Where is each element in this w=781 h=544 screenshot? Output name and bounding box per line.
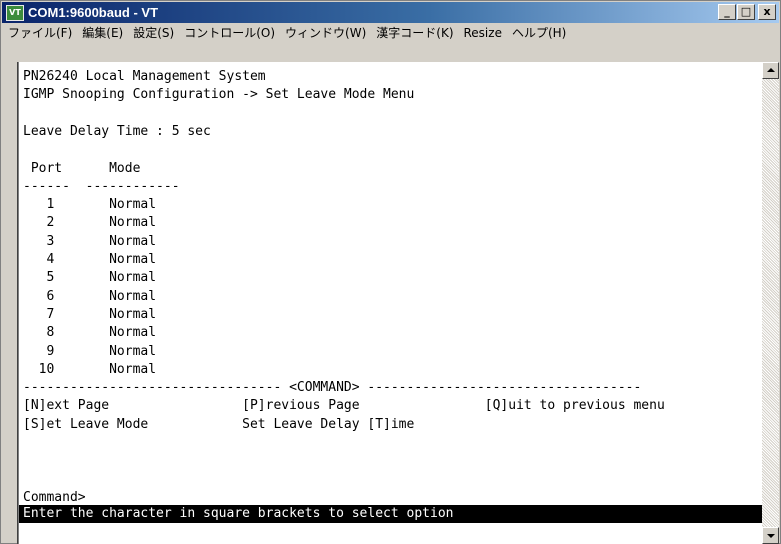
terminal-line: Leave Delay Time : 5 sec: [23, 123, 211, 139]
terminal-line: IGMP Snooping Configuration -> Set Leave…: [23, 87, 415, 103]
menu-help[interactable]: ヘルプ(H): [507, 24, 571, 43]
terminal-line: 6 Normal: [23, 288, 157, 304]
maximize-button[interactable]: □: [737, 4, 755, 20]
minimize-button[interactable]: _: [718, 4, 736, 20]
arrow-down-icon: [767, 534, 775, 538]
terminal-app-icon[interactable]: VT: [6, 5, 24, 21]
menu-edit[interactable]: 編集(E): [77, 24, 128, 43]
vertical-scrollbar[interactable]: [762, 62, 779, 544]
window-title: COM1:9600baud - VT: [28, 5, 159, 20]
terminal-line: 9 Normal: [23, 343, 157, 359]
terminal-line: 10 Normal: [23, 361, 157, 377]
terminal-line: 8 Normal: [23, 325, 157, 341]
scroll-down-button[interactable]: [762, 527, 779, 544]
window-controls: _ □ x: [717, 4, 776, 20]
terminal-line: 7 Normal: [23, 306, 157, 322]
menu-bar: ファイル(F) 編集(E) 設定(S) コントロール(O) ウィンドウ(W) 漢…: [2, 24, 779, 43]
menu-file[interactable]: ファイル(F): [2, 24, 77, 43]
menu-control[interactable]: コントロール(O): [179, 24, 280, 43]
terminal-status-line: Enter the character in square brackets t…: [19, 505, 762, 524]
terminal-line: 5 Normal: [23, 270, 157, 286]
terminal-line: [N]ext Page [P]revious Page [Q]uit to pr…: [23, 398, 665, 414]
status-text: Enter the character in square brackets t…: [23, 506, 454, 522]
terminal-line: 3 Normal: [23, 233, 157, 249]
menu-window[interactable]: ウィンドウ(W): [280, 24, 371, 43]
terminal-line: Command>: [23, 489, 86, 505]
terminal-line: ------ ------------: [23, 178, 180, 194]
arrow-up-icon: [767, 68, 775, 72]
close-button[interactable]: x: [758, 4, 776, 20]
menu-resize[interactable]: Resize: [459, 24, 507, 43]
terminal-line: 1 Normal: [23, 197, 157, 213]
terminal-line: 2 Normal: [23, 215, 157, 231]
terminal-screen[interactable]: Enter the character in square brackets t…: [19, 62, 762, 544]
menu-kanji-code[interactable]: 漢字コード(K): [371, 24, 458, 43]
terminal-line: --------------------------------- <COMMA…: [23, 380, 642, 396]
terminal-line: PN26240 Local Management System: [23, 69, 266, 84]
terminal-line: [S]et Leave Mode Set Leave Delay [T]ime: [23, 416, 415, 432]
terminal-line: 4 Normal: [23, 252, 157, 267]
title-bar[interactable]: VT COM1:9600baud - VT _ □ x: [2, 2, 779, 23]
terminal-line: Port Mode: [23, 160, 141, 176]
scroll-up-button[interactable]: [762, 62, 779, 79]
menu-setup[interactable]: 設定(S): [128, 24, 179, 43]
